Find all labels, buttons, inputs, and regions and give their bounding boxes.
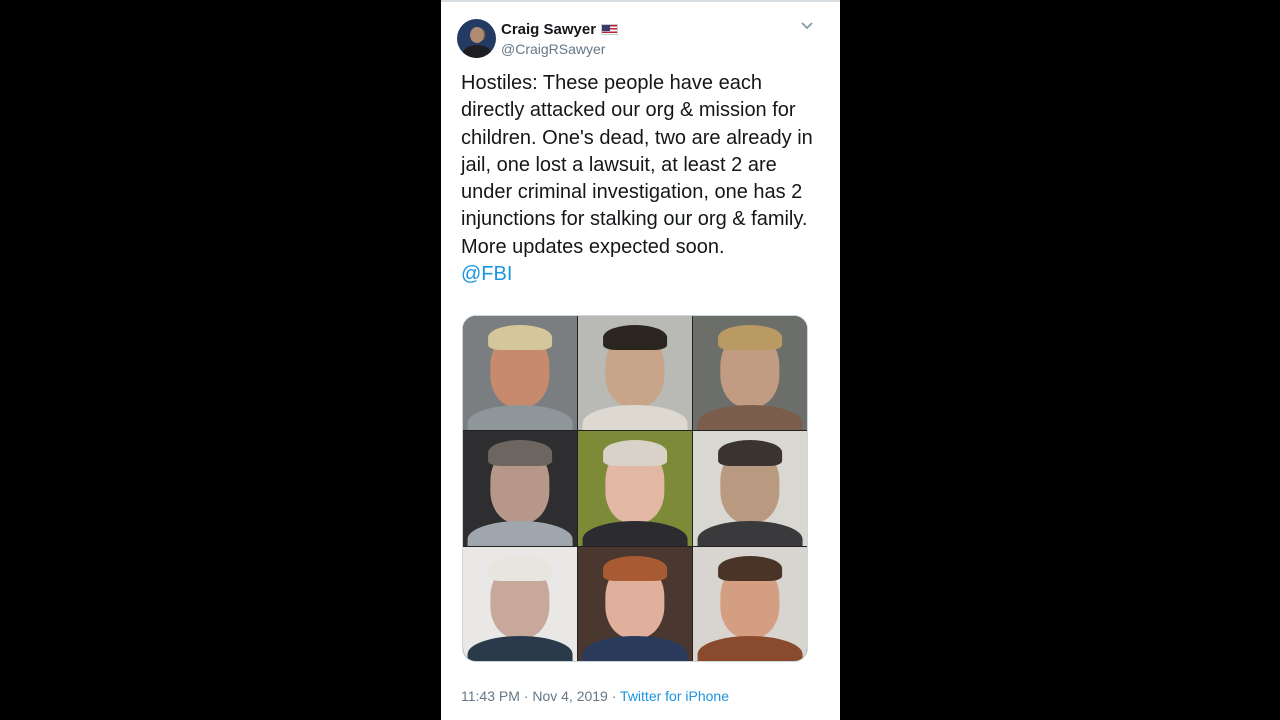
photo[interactable] bbox=[578, 431, 692, 546]
avatar-face bbox=[470, 27, 484, 43]
tweet-text: Hostiles: These people have each directl… bbox=[461, 70, 821, 288]
tweet-meta: 11:43 PM · Nov 4, 2019 · Twitter for iPh… bbox=[461, 688, 729, 704]
photo[interactable] bbox=[578, 316, 692, 431]
photo[interactable] bbox=[463, 316, 577, 431]
tweet-date[interactable]: Nov 4, 2019 bbox=[532, 688, 608, 704]
photo-grid[interactable] bbox=[462, 315, 808, 662]
us-flag-icon bbox=[601, 24, 619, 35]
tweet-card: Craig Sawyer @CraigRSawyer Hostiles: The… bbox=[441, 0, 840, 720]
mention-link[interactable]: @FBI bbox=[461, 263, 512, 285]
user-handle[interactable]: @CraigRSawyer bbox=[501, 41, 605, 57]
meta-separator: · bbox=[607, 688, 621, 704]
photo[interactable] bbox=[578, 546, 692, 661]
display-name[interactable]: Craig Sawyer bbox=[501, 21, 596, 38]
display-name-row[interactable]: Craig Sawyer bbox=[501, 21, 619, 38]
tweet-body: Hostiles: These people have each directl… bbox=[461, 72, 813, 258]
avatar[interactable] bbox=[457, 19, 496, 58]
meta-separator: · bbox=[519, 688, 533, 704]
photo[interactable] bbox=[463, 546, 577, 661]
photo[interactable] bbox=[693, 316, 807, 431]
tweet-time[interactable]: 11:43 PM bbox=[461, 688, 520, 704]
avatar-shoulders bbox=[463, 45, 491, 58]
photo[interactable] bbox=[693, 546, 807, 661]
photo[interactable] bbox=[463, 431, 577, 546]
tweet-source[interactable]: Twitter for iPhone bbox=[620, 688, 729, 704]
photo[interactable] bbox=[693, 431, 807, 546]
chevron-down-icon[interactable] bbox=[800, 18, 814, 36]
